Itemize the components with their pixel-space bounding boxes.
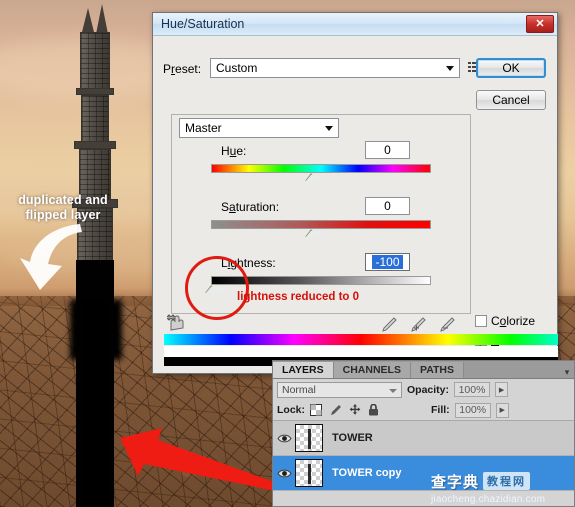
- ok-button[interactable]: OK: [476, 58, 546, 78]
- chevron-down-icon: [389, 388, 397, 393]
- colorize-label: Colorize: [491, 314, 536, 328]
- layer-name: TOWER copy: [332, 467, 402, 479]
- lock-icons-group: [310, 404, 379, 416]
- opacity-value[interactable]: 100%: [454, 382, 491, 397]
- scrubby-hand-icon[interactable]: [167, 314, 185, 332]
- saturation-slider-handle[interactable]: [305, 229, 326, 237]
- dialog-titlebar: Hue/Saturation ✕: [153, 13, 557, 36]
- white-curved-arrow-icon: [20, 224, 82, 290]
- flipped-tower-silhouette-lower: [82, 300, 108, 507]
- blend-mode-select[interactable]: Normal: [277, 381, 402, 398]
- colorize-checkbox[interactable]: [475, 315, 487, 327]
- lock-image-pixels-icon[interactable]: [329, 404, 342, 416]
- table-row[interactable]: TOWER: [273, 421, 574, 456]
- hue-slider-track[interactable]: [211, 164, 431, 173]
- opacity-stepper-icon[interactable]: ▶: [495, 382, 509, 397]
- dialog-title: Hue/Saturation: [161, 17, 245, 31]
- annotation-duplicated-flipped-line2: flipped layer: [25, 208, 101, 222]
- hue-spectrum-bar-top: [164, 334, 558, 345]
- tab-layers[interactable]: LAYERS: [273, 362, 334, 378]
- lock-transparent-pixels-icon[interactable]: [310, 404, 323, 416]
- layer-visibility-toggle[interactable]: [273, 433, 295, 444]
- saturation-label: Saturation:: [221, 200, 280, 214]
- close-icon[interactable]: ✕: [526, 15, 554, 33]
- panel-menu-icon[interactable]: ▾: [560, 367, 574, 378]
- lightness-value-text: -100: [372, 255, 403, 269]
- eye-icon: [276, 469, 292, 477]
- red-annotation-note: lightness reduced to 0: [237, 291, 360, 303]
- saturation-slider-track[interactable]: [211, 220, 431, 229]
- chevron-down-icon: [325, 126, 333, 131]
- eyedropper-plus-icon[interactable]: [410, 316, 427, 333]
- red-highlight-circle: [185, 256, 249, 320]
- eye-icon: [276, 434, 292, 442]
- opacity-label: Opacity:: [407, 383, 450, 396]
- eyedropper-minus-icon[interactable]: [439, 316, 456, 333]
- preset-select[interactable]: Custom: [210, 58, 460, 78]
- saturation-value[interactable]: 0: [365, 197, 410, 215]
- eyedropper-icon[interactable]: [381, 316, 398, 333]
- cancel-button[interactable]: Cancel: [476, 90, 546, 110]
- lock-row: Lock: Fill: 100% ▶: [273, 400, 574, 421]
- screenshot-root: duplicated and flipped layer Hue/Saturat…: [0, 0, 575, 507]
- red-arrow-up-left-icon: [120, 428, 296, 494]
- chevron-down-icon: [446, 66, 454, 71]
- annotation-duplicated-flipped-line1: duplicated and: [18, 193, 108, 207]
- watermark-chinese-text: 查字典: [431, 473, 480, 491]
- watermark: 查字典 教程网 jiaocheng.chazidian.com: [425, 468, 575, 507]
- watermark-url: jiaocheng.chazidian.com: [431, 493, 546, 505]
- lock-all-icon[interactable]: [368, 404, 379, 416]
- tab-channels[interactable]: CHANNELS: [333, 362, 411, 378]
- tab-paths[interactable]: PATHS: [410, 362, 465, 378]
- colorize-checkbox-row[interactable]: Colorize: [475, 314, 535, 328]
- lightness-value[interactable]: -100: [365, 253, 410, 271]
- layer-thumbnail[interactable]: [295, 459, 323, 487]
- hue-spectrum-bar-middle: [164, 346, 558, 357]
- hue-value[interactable]: 0: [365, 141, 410, 159]
- blend-mode-row: Normal Opacity: 100% ▶: [273, 379, 574, 400]
- panel-tabstrip: LAYERS CHANNELS PATHS ▾: [273, 361, 574, 379]
- layer-thumbnail[interactable]: [295, 424, 323, 452]
- fill-label: Fill:: [431, 404, 450, 416]
- hue-label: Hue:: [221, 144, 247, 158]
- layer-name: TOWER: [332, 432, 373, 444]
- hue-saturation-dialog: Hue/Saturation ✕ Preset: Custom OK Cance…: [152, 12, 558, 374]
- fill-stepper-icon[interactable]: ▶: [495, 402, 509, 418]
- watermark-chinese-badge: 教程网: [483, 472, 531, 490]
- preset-value: Custom: [216, 61, 258, 75]
- channel-select[interactable]: Master: [179, 118, 339, 138]
- blend-mode-value: Normal: [282, 383, 316, 396]
- lock-label: Lock:: [277, 404, 306, 416]
- preset-label: Preset:: [163, 62, 202, 76]
- dialog-body: Preset: Custom OK Cancel Master Hue: 0 S…: [153, 36, 557, 373]
- hue-slider-handle[interactable]: [305, 173, 326, 181]
- lock-position-icon[interactable]: [349, 404, 361, 416]
- fill-value[interactable]: 100%: [454, 402, 491, 418]
- channel-value: Master: [185, 121, 222, 135]
- layer-visibility-toggle[interactable]: [273, 468, 295, 479]
